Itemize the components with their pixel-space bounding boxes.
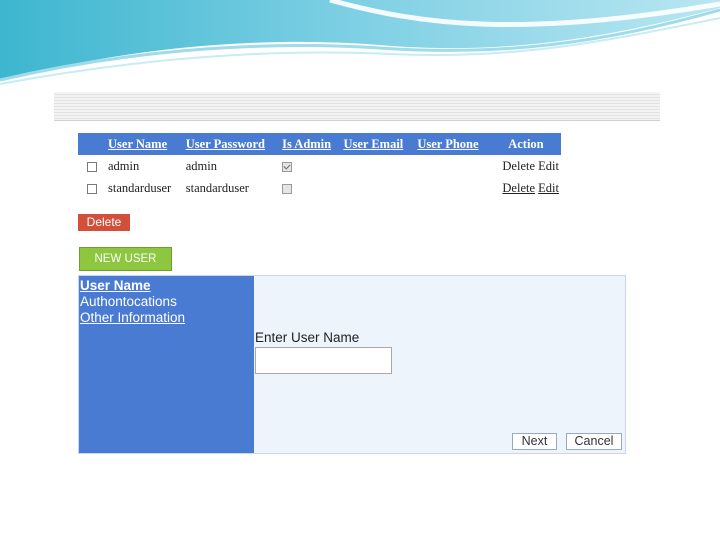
user-email-cell xyxy=(341,177,415,199)
new-user-button[interactable]: NEW USER xyxy=(79,247,172,271)
table-row: standarduser standarduser Delete Edit xyxy=(78,177,561,199)
decorative-wave-header xyxy=(0,0,720,85)
is-admin-cell xyxy=(280,177,341,199)
row-select-cell xyxy=(78,155,106,177)
wizard-step-user-name[interactable]: User Name xyxy=(80,278,151,293)
select-column-header xyxy=(78,133,106,155)
user-name-cell: standarduser xyxy=(108,180,172,195)
column-header-user-name[interactable]: User Name xyxy=(106,133,184,155)
is-admin-checkbox xyxy=(282,161,293,172)
edit-link[interactable]: Edit xyxy=(538,181,559,195)
table-header-row: User Name User Password Is Admin User Em… xyxy=(78,133,561,155)
delete-link[interactable]: Delete xyxy=(502,181,535,195)
user-phone-cell xyxy=(415,155,491,177)
user-password-cell: standarduser xyxy=(185,180,249,195)
header-band xyxy=(54,92,660,121)
column-header-action: Action xyxy=(490,133,561,155)
row-select-checkbox[interactable] xyxy=(87,183,97,194)
cancel-button[interactable]: Cancel xyxy=(566,433,622,450)
wizard-step-authentications[interactable]: Authontocations xyxy=(80,294,177,309)
user-password-cell: admin xyxy=(185,158,217,173)
delete-link[interactable]: Delete xyxy=(502,159,535,173)
action-cell: Delete Edit xyxy=(491,177,561,199)
wizard-steps-sidebar: User Name Authontocations Other Informat… xyxy=(79,276,254,453)
new-user-wizard: User Name Authontocations Other Informat… xyxy=(78,275,626,454)
row-select-checkbox[interactable] xyxy=(87,161,97,172)
edit-link[interactable]: Edit xyxy=(538,159,559,173)
user-name-input[interactable] xyxy=(255,347,392,374)
next-button[interactable]: Next xyxy=(512,433,557,450)
user-email-cell xyxy=(341,155,415,177)
wizard-step-other-information[interactable]: Other Information xyxy=(80,310,185,325)
users-table: User Name User Password Is Admin User Em… xyxy=(78,133,561,199)
column-header-user-password[interactable]: User Password xyxy=(183,133,281,155)
table-row: admin admin Delete Edit xyxy=(78,155,561,177)
column-header-user-phone[interactable]: User Phone xyxy=(415,133,491,155)
user-phone-cell xyxy=(415,177,491,199)
user-name-field-label: Enter User Name xyxy=(255,330,360,345)
column-header-is-admin[interactable]: Is Admin xyxy=(280,133,342,155)
is-admin-cell xyxy=(280,155,341,177)
is-admin-checkbox xyxy=(282,183,293,194)
wizard-content: Enter User Name Next Cancel xyxy=(254,276,625,453)
delete-button[interactable]: Delete xyxy=(78,214,130,231)
user-name-cell: admin xyxy=(108,158,140,173)
column-header-user-email[interactable]: User Email xyxy=(341,133,416,155)
row-select-cell xyxy=(78,177,106,199)
action-cell: Delete Edit xyxy=(491,155,561,177)
